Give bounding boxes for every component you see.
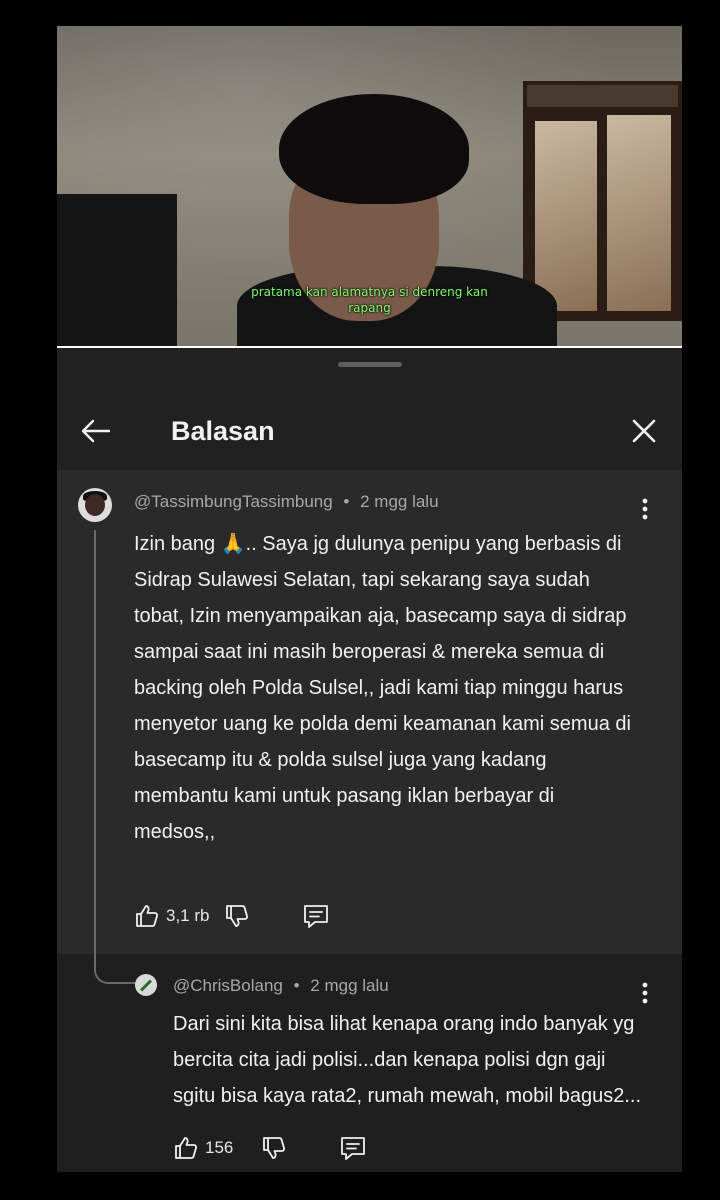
like-count: 3,1 rb: [166, 906, 210, 925]
subtitle-line-2: rapang: [348, 301, 391, 315]
video-progress-bar[interactable]: [57, 346, 682, 348]
like-button[interactable]: 3,1 rb: [134, 900, 209, 932]
reply: @ChrisBolang • 2 mgg lalu Dari sini kita…: [57, 954, 682, 1172]
like-count: 156: [205, 1138, 234, 1157]
drag-handle[interactable]: [338, 362, 402, 367]
video-progress-fill: [57, 346, 682, 348]
video-monitor-shape: [57, 194, 177, 348]
app-frame: pratama kan alamatnya si denreng kan rap…: [57, 26, 682, 1172]
thumb-up-icon: [136, 905, 159, 927]
more-options-icon[interactable]: [635, 980, 655, 1006]
thumb-up-icon: [175, 1137, 198, 1159]
reply-author[interactable]: @ChrisBolang: [173, 976, 283, 995]
comment-icon: [341, 1137, 365, 1160]
reply-button[interactable]: [339, 1132, 367, 1164]
comment-text: Izin bang 🙏.. Saya jg dulunya penipu yan…: [134, 533, 631, 843]
thumb-down-icon: [263, 1137, 286, 1159]
arrow-left-icon[interactable]: [79, 414, 113, 448]
comment-actions: 3,1 rb: [134, 900, 394, 932]
reply-text: Dari sini kita bisa lihat kenapa orang i…: [173, 1013, 642, 1107]
dislike-button[interactable]: [224, 900, 250, 932]
like-button[interactable]: 156: [173, 1132, 233, 1164]
comment-author[interactable]: @TassimbungTassimbung: [134, 492, 333, 511]
comment-time: 2 mgg lalu: [360, 492, 439, 511]
comment-icon: [304, 905, 328, 928]
close-icon[interactable]: [629, 416, 659, 446]
thumb-down-icon: [226, 905, 249, 927]
meta-separator: •: [293, 976, 300, 995]
avatar[interactable]: [135, 974, 157, 996]
thread-connector: [94, 954, 136, 984]
subtitle-line-1: pratama kan alamatnya si denreng kan: [251, 285, 488, 299]
video-subtitle: pratama kan alamatnya si denreng kan rap…: [57, 284, 682, 316]
avatar[interactable]: [78, 488, 112, 522]
video-player[interactable]: pratama kan alamatnya si denreng kan rap…: [57, 26, 682, 348]
reply-meta: @ChrisBolang • 2 mgg lalu: [173, 976, 389, 996]
reply-actions: 156: [173, 1132, 433, 1164]
panel-header: Balasan: [57, 374, 682, 466]
dislike-button[interactable]: [261, 1132, 287, 1164]
comment-meta: @TassimbungTassimbung • 2 mgg lalu: [134, 492, 439, 512]
comment: @TassimbungTassimbung • 2 mgg lalu Izin …: [57, 470, 682, 1102]
replies-panel: Balasan @TassimbungTassimbung • 2 mgg la…: [57, 352, 682, 1172]
reply-button[interactable]: [302, 900, 330, 932]
more-options-icon[interactable]: [635, 496, 655, 522]
reply-time: 2 mgg lalu: [310, 976, 389, 995]
meta-separator: •: [343, 492, 350, 511]
panel-title: Balasan: [171, 416, 275, 446]
